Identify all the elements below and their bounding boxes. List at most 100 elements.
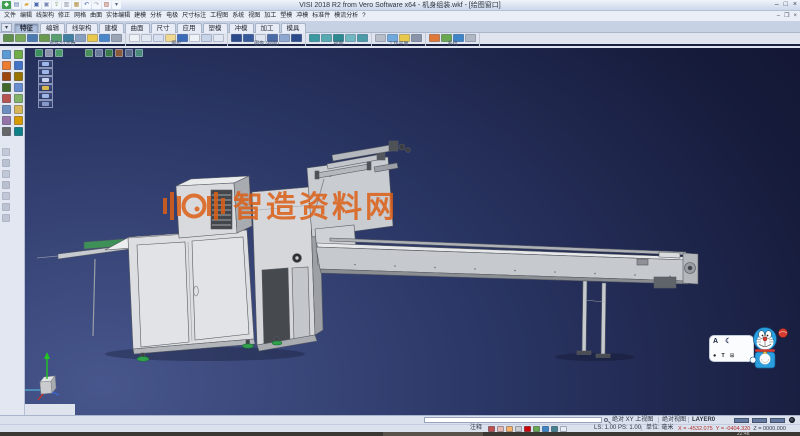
view-mode-label[interactable]: 绝对视图 bbox=[662, 416, 686, 424]
ghost-icon[interactable] bbox=[189, 34, 200, 42]
zoom-window-icon[interactable] bbox=[243, 34, 254, 42]
line-type-icon[interactable] bbox=[15, 34, 26, 42]
layer-swatch[interactable] bbox=[734, 418, 749, 423]
graphics-options-icon[interactable] bbox=[213, 34, 224, 42]
ribbon-tab[interactable]: 塑模 bbox=[203, 23, 228, 33]
scale-tool-icon[interactable] bbox=[14, 105, 23, 114]
view-stack-icon[interactable] bbox=[38, 84, 53, 92]
menu-item[interactable]: 视图 bbox=[246, 11, 262, 21]
command-input[interactable] bbox=[424, 417, 602, 423]
menu-item[interactable]: 电极 bbox=[164, 11, 180, 21]
menu-item[interactable]: 模流分析 bbox=[332, 11, 360, 21]
workplane-icon[interactable] bbox=[375, 34, 386, 42]
annotation-label[interactable]: 注释 bbox=[470, 425, 482, 432]
app-logo-icon[interactable]: ◆ bbox=[2, 1, 11, 9]
tab-overflow-button[interactable]: ▾ bbox=[1, 23, 12, 32]
light-icon[interactable] bbox=[125, 49, 133, 57]
inactive-tool-icon[interactable] bbox=[2, 170, 10, 178]
menu-item[interactable]: 尺寸标注 bbox=[180, 11, 208, 21]
move-tool-icon[interactable] bbox=[14, 94, 23, 103]
grid-toggle-icon[interactable] bbox=[45, 49, 53, 57]
line-tool-icon[interactable] bbox=[2, 61, 11, 70]
inactive-tool-icon[interactable] bbox=[2, 214, 10, 222]
render-mode-icon[interactable] bbox=[35, 49, 43, 57]
shade-toggle-icon[interactable] bbox=[55, 49, 63, 57]
workplane-mode-label[interactable]: 绝对 XY 上视图 bbox=[612, 416, 653, 424]
attributes-icon[interactable] bbox=[3, 34, 14, 42]
menu-item[interactable]: 塑模 bbox=[278, 11, 294, 21]
inactive-tool-icon[interactable] bbox=[2, 192, 10, 200]
moon-icon[interactable]: ☾ bbox=[725, 338, 731, 345]
mask-icon[interactable] bbox=[75, 34, 86, 42]
open-folder-icon[interactable]: ▰ bbox=[22, 1, 31, 9]
menu-item[interactable]: 网格 bbox=[72, 11, 88, 21]
menu-item[interactable]: 文件 bbox=[2, 11, 18, 21]
snap-tool-icon[interactable] bbox=[14, 127, 23, 136]
camera-icon[interactable] bbox=[135, 49, 143, 57]
ribbon-tab[interactable]: 线架构 bbox=[66, 23, 98, 33]
view-stack-icon[interactable] bbox=[38, 100, 53, 108]
layer-manager-icon[interactable] bbox=[105, 49, 113, 57]
help-icon[interactable] bbox=[465, 34, 476, 42]
workplane-reset-icon[interactable] bbox=[411, 34, 422, 42]
active-layer-label[interactable]: LAYER0 bbox=[692, 416, 715, 424]
mdi-restore-button[interactable]: ❐ bbox=[784, 11, 789, 21]
view-cube-icon[interactable] bbox=[85, 49, 93, 57]
menu-item[interactable]: 标准件 bbox=[310, 11, 332, 21]
taskbar-segment[interactable] bbox=[383, 432, 483, 436]
offset-tool-icon[interactable] bbox=[14, 83, 23, 92]
menu-item[interactable]: ? bbox=[360, 11, 367, 21]
section-icon[interactable] bbox=[201, 34, 212, 42]
element-info-icon[interactable] bbox=[99, 34, 110, 42]
point-tool-icon[interactable] bbox=[14, 50, 23, 59]
mdi-minimize-button[interactable]: – bbox=[777, 11, 780, 21]
machine-model[interactable] bbox=[37, 141, 698, 361]
highlight-filter-icon[interactable] bbox=[87, 34, 98, 42]
inactive-tool-icon[interactable] bbox=[2, 181, 10, 189]
menu-item[interactable]: 修正 bbox=[56, 11, 72, 21]
maximize-button[interactable]: □ bbox=[784, 0, 788, 10]
layer-swatch[interactable] bbox=[770, 418, 785, 423]
import-icon[interactable]: ⇪ bbox=[52, 1, 61, 9]
menu-item[interactable]: 建模 bbox=[132, 11, 148, 21]
save-all-icon[interactable]: ▣ bbox=[42, 1, 51, 9]
mdi-close-button[interactable]: × bbox=[793, 11, 797, 21]
arc-tool-icon[interactable] bbox=[2, 72, 11, 81]
render-sphere-icon[interactable] bbox=[789, 417, 795, 423]
shade-icon[interactable] bbox=[129, 34, 140, 42]
view-stack-icon[interactable] bbox=[38, 60, 53, 68]
clipboard-icon[interactable]: ▦ bbox=[72, 1, 81, 9]
ime-dot-icon[interactable]: ● bbox=[713, 353, 716, 359]
ribbon-tab[interactable]: 加工 bbox=[255, 23, 280, 33]
dimension-tool-icon[interactable] bbox=[2, 116, 11, 125]
new-file-icon[interactable]: ▤ bbox=[12, 1, 21, 9]
graphics-viewport[interactable]: 智造资料网 A ☾ ● T ⊞ bbox=[25, 48, 800, 415]
ribbon-tab[interactable]: 编辑 bbox=[40, 23, 65, 33]
reset-filter-icon[interactable] bbox=[111, 34, 122, 42]
menu-item[interactable]: 线架构 bbox=[34, 11, 56, 21]
erase-tool-icon[interactable] bbox=[2, 127, 11, 136]
ribbon-tab[interactable]: 特征 bbox=[14, 23, 39, 33]
ribbon-tab[interactable]: 模具 bbox=[281, 23, 306, 33]
ime-mode-letter[interactable]: A bbox=[713, 338, 718, 345]
side-view-icon[interactable] bbox=[345, 34, 356, 42]
menu-item[interactable]: 加工 bbox=[262, 11, 278, 21]
menu-item[interactable]: 实体编辑 bbox=[104, 11, 132, 21]
close-button[interactable]: × bbox=[793, 0, 797, 10]
ribbon-tab[interactable]: 应用 bbox=[177, 23, 202, 33]
ime-grid-icon[interactable]: ⊞ bbox=[730, 353, 735, 359]
capture-icon[interactable] bbox=[291, 34, 302, 42]
curve-tool-icon[interactable] bbox=[14, 72, 23, 81]
menu-item[interactable]: 系统 bbox=[230, 11, 246, 21]
menu-item[interactable]: 编辑 bbox=[18, 11, 34, 21]
ribbon-tab[interactable]: 冲模 bbox=[229, 23, 254, 33]
color-icon[interactable] bbox=[27, 34, 38, 42]
minimize-button[interactable]: – bbox=[775, 0, 779, 10]
undo-icon[interactable]: ↶ bbox=[82, 1, 91, 9]
wireframe-icon[interactable] bbox=[141, 34, 152, 42]
iso-view-icon[interactable] bbox=[309, 34, 320, 42]
select-tool-icon[interactable] bbox=[2, 50, 11, 59]
menu-item[interactable]: 冲模 bbox=[294, 11, 310, 21]
refresh-icon[interactable] bbox=[279, 34, 290, 42]
hidden-line-icon[interactable] bbox=[153, 34, 164, 42]
